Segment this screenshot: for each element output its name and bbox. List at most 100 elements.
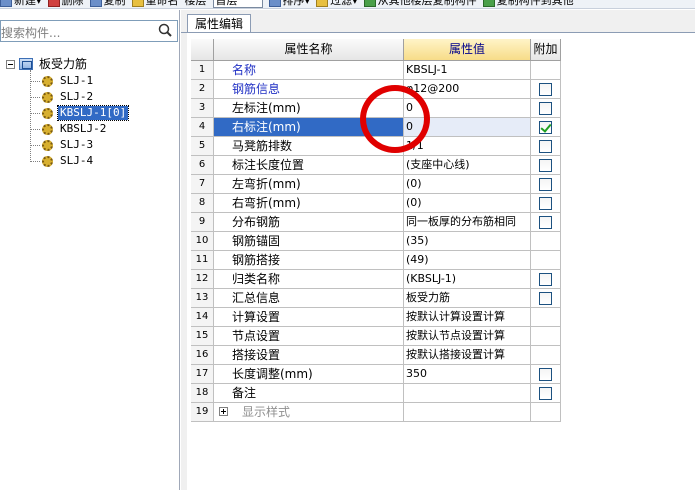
new-icon [0,0,12,7]
table-row[interactable]: 14 计算设置 按默认计算设置计算 [191,308,561,327]
checkbox[interactable] [539,83,552,96]
table-row[interactable]: 18 备注 [191,384,561,403]
search-box[interactable]: 搜索构件... [0,20,178,42]
property-value[interactable]: 按默认节点设置计算 [404,327,531,346]
property-name: 节点设置 [214,327,404,346]
property-value[interactable]: (0) [404,175,531,194]
property-value[interactable]: 1/1 [404,137,531,156]
checkbox[interactable] [539,387,552,400]
property-name: 备注 [214,384,404,403]
checkbox[interactable] [539,140,552,153]
property-value[interactable]: 板受力筋 [404,289,531,308]
extra-cell [531,194,561,213]
table-row[interactable]: 16 搭接设置 按默认搭接设置计算 [191,346,561,365]
checkbox[interactable] [539,368,552,381]
tab-property-edit[interactable]: 属性编辑 [187,14,251,33]
expand-icon[interactable] [219,407,228,416]
property-value[interactable]: (0) [404,194,531,213]
table-row[interactable]: 19 显示样式 [191,403,561,422]
property-value[interactable]: 按默认搭接设置计算 [404,346,531,365]
filter-icon [316,0,329,7]
row-number: 5 [191,137,214,156]
row-number: 19 [191,403,214,422]
property-value[interactable]: 350 [404,365,531,384]
property-value[interactable]: 按默认计算设置计算 [404,308,531,327]
property-value[interactable]: φ12@200 [404,80,531,99]
property-value[interactable]: 同一板厚的分布筋相同 [404,213,531,232]
extra-cell [531,251,561,270]
grid-header: 属性名称 属性值 附加 [191,39,561,61]
table-row[interactable]: 1 名称 KBSLJ-1 [191,61,561,80]
checkbox[interactable] [539,197,552,210]
table-row[interactable]: 8 右弯折(mm) (0) [191,194,561,213]
tree-item[interactable]: KBSLJ-2 [30,121,108,137]
filter-button[interactable]: 过滤 ▾ [316,0,358,8]
row-number: 15 [191,327,214,346]
property-value[interactable]: (35) [404,232,531,251]
property-value[interactable] [404,384,531,403]
extra-cell [531,61,561,80]
search-input[interactable]: 搜索构件... [1,24,60,41]
checkbox-checked[interactable] [539,121,552,134]
search-icon[interactable] [156,22,176,40]
table-row[interactable]: 17 长度调整(mm) 350 [191,365,561,384]
table-row[interactable]: 9 分布钢筋 同一板厚的分布筋相同 [191,213,561,232]
rename-button[interactable]: 重命名 [131,0,179,8]
property-value[interactable] [404,403,531,422]
property-value[interactable]: (支座中心线) [404,156,531,175]
property-name: 汇总信息 [214,289,404,308]
checkbox[interactable] [539,178,552,191]
property-name: 搭接设置 [214,346,404,365]
copy-icon [89,0,102,7]
row-number: 10 [191,232,214,251]
checkbox[interactable] [539,292,552,305]
extra-cell [531,365,561,384]
copy-to-floor-button[interactable]: 复制构件到其他 [482,0,574,8]
property-name-text: 归类名称 [232,272,281,286]
table-row[interactable]: 10 钢筋锚固 (35) [191,232,561,251]
property-panel: 属性编辑 属性名称 属性值 附加 1 名称 KBSLJ-1 2 钢筋信息 φ12@200 3… [181,10,695,490]
table-row[interactable]: 13 汇总信息 板受力筋 [191,289,561,308]
tree-item[interactable]: SLJ-1 [30,73,95,89]
row-number: 12 [191,270,214,289]
extra-cell [531,156,561,175]
checkbox[interactable] [539,216,552,229]
property-name-text: 显示样式 [242,405,291,419]
floor-select[interactable]: 首层 [212,0,263,8]
new-button[interactable]: 新建 ▾ [0,0,42,8]
property-name: 钢筋锚固 [214,232,404,251]
copy-from-floor-button[interactable]: 从其他楼层复制构件 [363,0,477,8]
property-value[interactable]: (KBSLJ-1) [404,270,531,289]
sort-button[interactable]: 排序 ▾ [268,0,310,8]
property-name: 归类名称 [214,270,404,289]
table-row[interactable]: 11 钢筋搭接 (49) [191,251,561,270]
copy-button[interactable]: 复制 [89,0,126,8]
checkbox[interactable] [539,159,552,172]
tree-item[interactable]: SLJ-4 [30,153,95,169]
tree-item-selected[interactable]: KBSLJ-1[0] [30,105,130,121]
table-row[interactable]: 12 归类名称 (KBSLJ-1) [191,270,561,289]
property-value[interactable]: KBSLJ-1 [404,61,531,80]
checkbox[interactable] [539,102,552,115]
checkbox[interactable] [539,273,552,286]
property-name-text: 钢筋信息 [232,82,281,96]
extra-cell [531,308,561,327]
table-row[interactable]: 7 左弯折(mm) (0) [191,175,561,194]
floor-label: 楼层 [184,0,207,7]
property-name-text: 搭接设置 [232,348,281,362]
collapse-icon[interactable] [6,59,15,69]
header-extra: 附加 [531,39,561,61]
property-value[interactable]: (49) [404,251,531,270]
annotation-circle [360,85,430,153]
row-number: 14 [191,308,214,327]
tree-item[interactable]: SLJ-3 [30,137,95,153]
tree-root[interactable]: 板受力筋 [6,56,89,72]
header-property-value: 属性值 [404,39,531,61]
extra-cell [531,346,561,365]
tree-item[interactable]: SLJ-2 [30,89,95,105]
extra-cell [531,289,561,308]
extra-cell [531,327,561,346]
table-row[interactable]: 15 节点设置 按默认节点设置计算 [191,327,561,346]
table-row[interactable]: 6 标注长度位置 (支座中心线) [191,156,561,175]
delete-button[interactable]: 删除 [47,0,84,8]
